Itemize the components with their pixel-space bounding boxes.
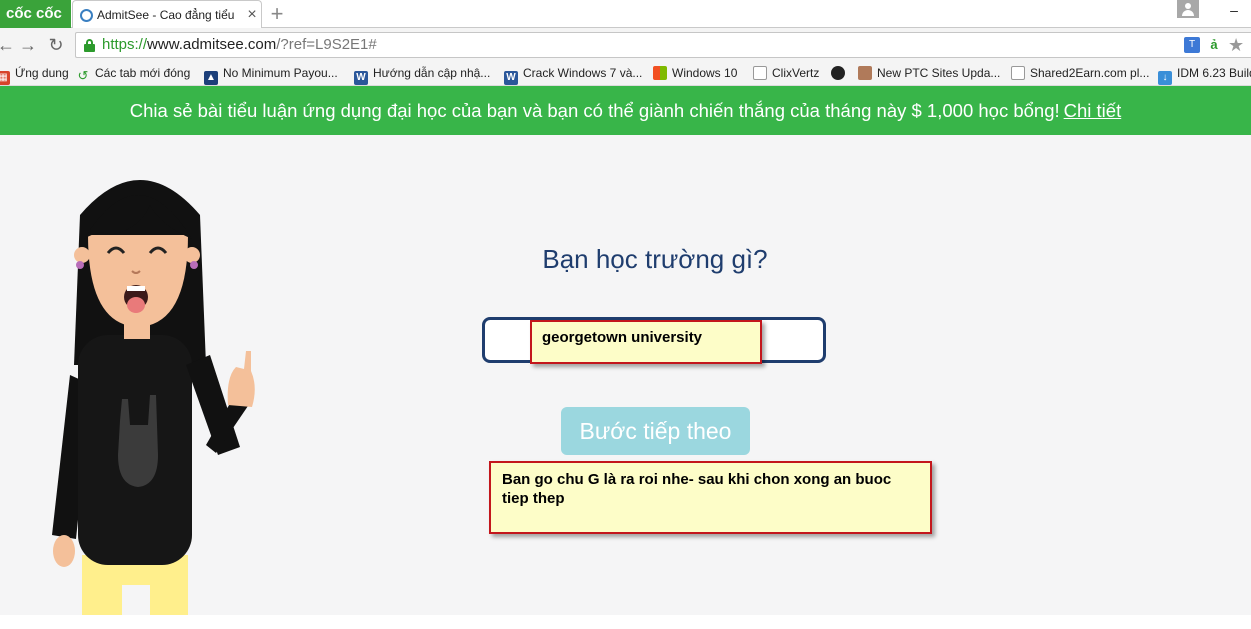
admitsee-favicon-icon — [80, 9, 93, 22]
word-icon: W — [504, 71, 518, 85]
browser-toolbar: ← → ↻ https://www.admitsee.com/?ref=L9S2… — [0, 28, 1251, 62]
bookmark-idm[interactable]: ↓ IDM 6.23 Build — [1158, 62, 1251, 85]
tab-title: AdmitSee - Cao đẳng tiểu — [97, 8, 235, 22]
secure-lock-icon — [84, 39, 95, 52]
bookmark-label: New PTC Sites Upda... — [877, 66, 1001, 80]
bookmark-crack-windows[interactable]: W Crack Windows 7 và... — [504, 62, 643, 85]
tab-strip: cốc cốc AdmitSee - Cao đẳng tiểu × + – — [0, 0, 1251, 28]
profile-icon[interactable] — [1177, 0, 1199, 18]
bookmark-label: IDM 6.23 Build — [1177, 66, 1251, 80]
new-tab-button[interactable]: + — [266, 2, 288, 26]
bookmark-apps[interactable]: ▦ Ứng dung — [0, 62, 69, 85]
promo-banner: Chia sẻ bài tiểu luận ứng dụng đại học c… — [0, 86, 1251, 135]
circle-icon — [831, 66, 845, 80]
bottom-strip — [0, 615, 1251, 629]
avatar-icon — [858, 66, 872, 80]
promo-details-link[interactable]: Chi tiết — [1064, 100, 1122, 121]
url-path: /?ref=L9S2E1# — [276, 36, 377, 53]
history-icon: ↺ — [77, 68, 89, 83]
bookmark-windows-10[interactable]: Windows 10 — [653, 62, 737, 84]
bookmark-label: No Minimum Payou... — [223, 66, 338, 80]
tab-admitsee[interactable]: AdmitSee - Cao đẳng tiểu × — [72, 0, 262, 28]
page-body: Bạn học trường gì? Bước tiếp theo george… — [0, 135, 1251, 615]
bookmark-shared2earn[interactable]: Shared2Earn.com pl... — [1011, 62, 1149, 84]
windows-icon — [653, 66, 667, 80]
address-bar[interactable]: https://www.admitsee.com/?ref=L9S2E1# T … — [75, 32, 1251, 58]
bookmark-recent-tabs[interactable]: ↺ Các tab mới đóng — [76, 62, 191, 84]
school-question: Bạn học trường gì? — [542, 244, 768, 274]
translate-icon[interactable]: T — [1184, 37, 1200, 53]
annotation-hint: Ban go chu G là ra roi nhe- sau khi chon… — [489, 461, 932, 534]
bookmark-new-ptc[interactable]: New PTC Sites Upda... — [858, 62, 1000, 84]
tab-close-icon[interactable]: × — [244, 1, 260, 29]
bookmark-no-minimum[interactable]: ▲ No Minimum Payou... — [204, 62, 338, 85]
bookmark-circle[interactable] — [831, 62, 850, 84]
page-icon — [753, 66, 767, 80]
bookmark-label: Windows 10 — [672, 66, 738, 80]
forward-button[interactable]: → — [18, 33, 38, 57]
bookmarks-bar: ▦ Ứng dung ↺ Các tab mới đóng ▲ No Minimum … — [0, 62, 1251, 86]
annotation-school-name: georgetown university — [530, 320, 762, 364]
bookmark-clixvertz[interactable]: ClixVertz — [753, 62, 819, 84]
mountain-icon: ▲ — [204, 71, 218, 85]
reload-button[interactable]: ↻ — [46, 33, 66, 57]
minimize-button[interactable]: – — [1222, 0, 1246, 20]
promo-text: Chia sẻ bài tiểu luận ứng dụng đại học c… — [129, 100, 1060, 121]
url-text[interactable]: https://www.admitsee.com/?ref=L9S2E1# — [102, 33, 377, 57]
bookmark-label: Hướng dẫn cập nhậ... — [373, 66, 491, 80]
bookmark-label: Shared2Earn.com pl... — [1030, 66, 1150, 80]
apps-icon: ▦ — [0, 71, 10, 85]
idm-icon: ↓ — [1158, 71, 1172, 85]
back-button[interactable]: ← — [0, 33, 16, 57]
bookmark-label: Crack Windows 7 và... — [523, 66, 643, 80]
page-icon — [1011, 66, 1025, 80]
browser-logo[interactable]: cốc cốc — [0, 0, 71, 28]
url-scheme: https:// — [102, 36, 148, 53]
bookmark-star-icon[interactable]: ★ — [1228, 36, 1244, 54]
bookmark-huong-dan[interactable]: W Hướng dẫn cập nhậ... — [354, 62, 491, 85]
url-host: www.admitsee.com — [147, 36, 277, 53]
bookmark-label: ClixVertz — [772, 66, 820, 80]
girl-illustration — [52, 180, 255, 615]
word-icon: W — [354, 71, 368, 85]
vietnamese-input-icon[interactable]: ả — [1206, 37, 1222, 53]
bookmark-label: Ứng dung — [15, 66, 69, 80]
next-step-button[interactable]: Bước tiếp theo — [561, 407, 750, 455]
bookmark-label: Các tab mới đóng — [95, 66, 191, 80]
